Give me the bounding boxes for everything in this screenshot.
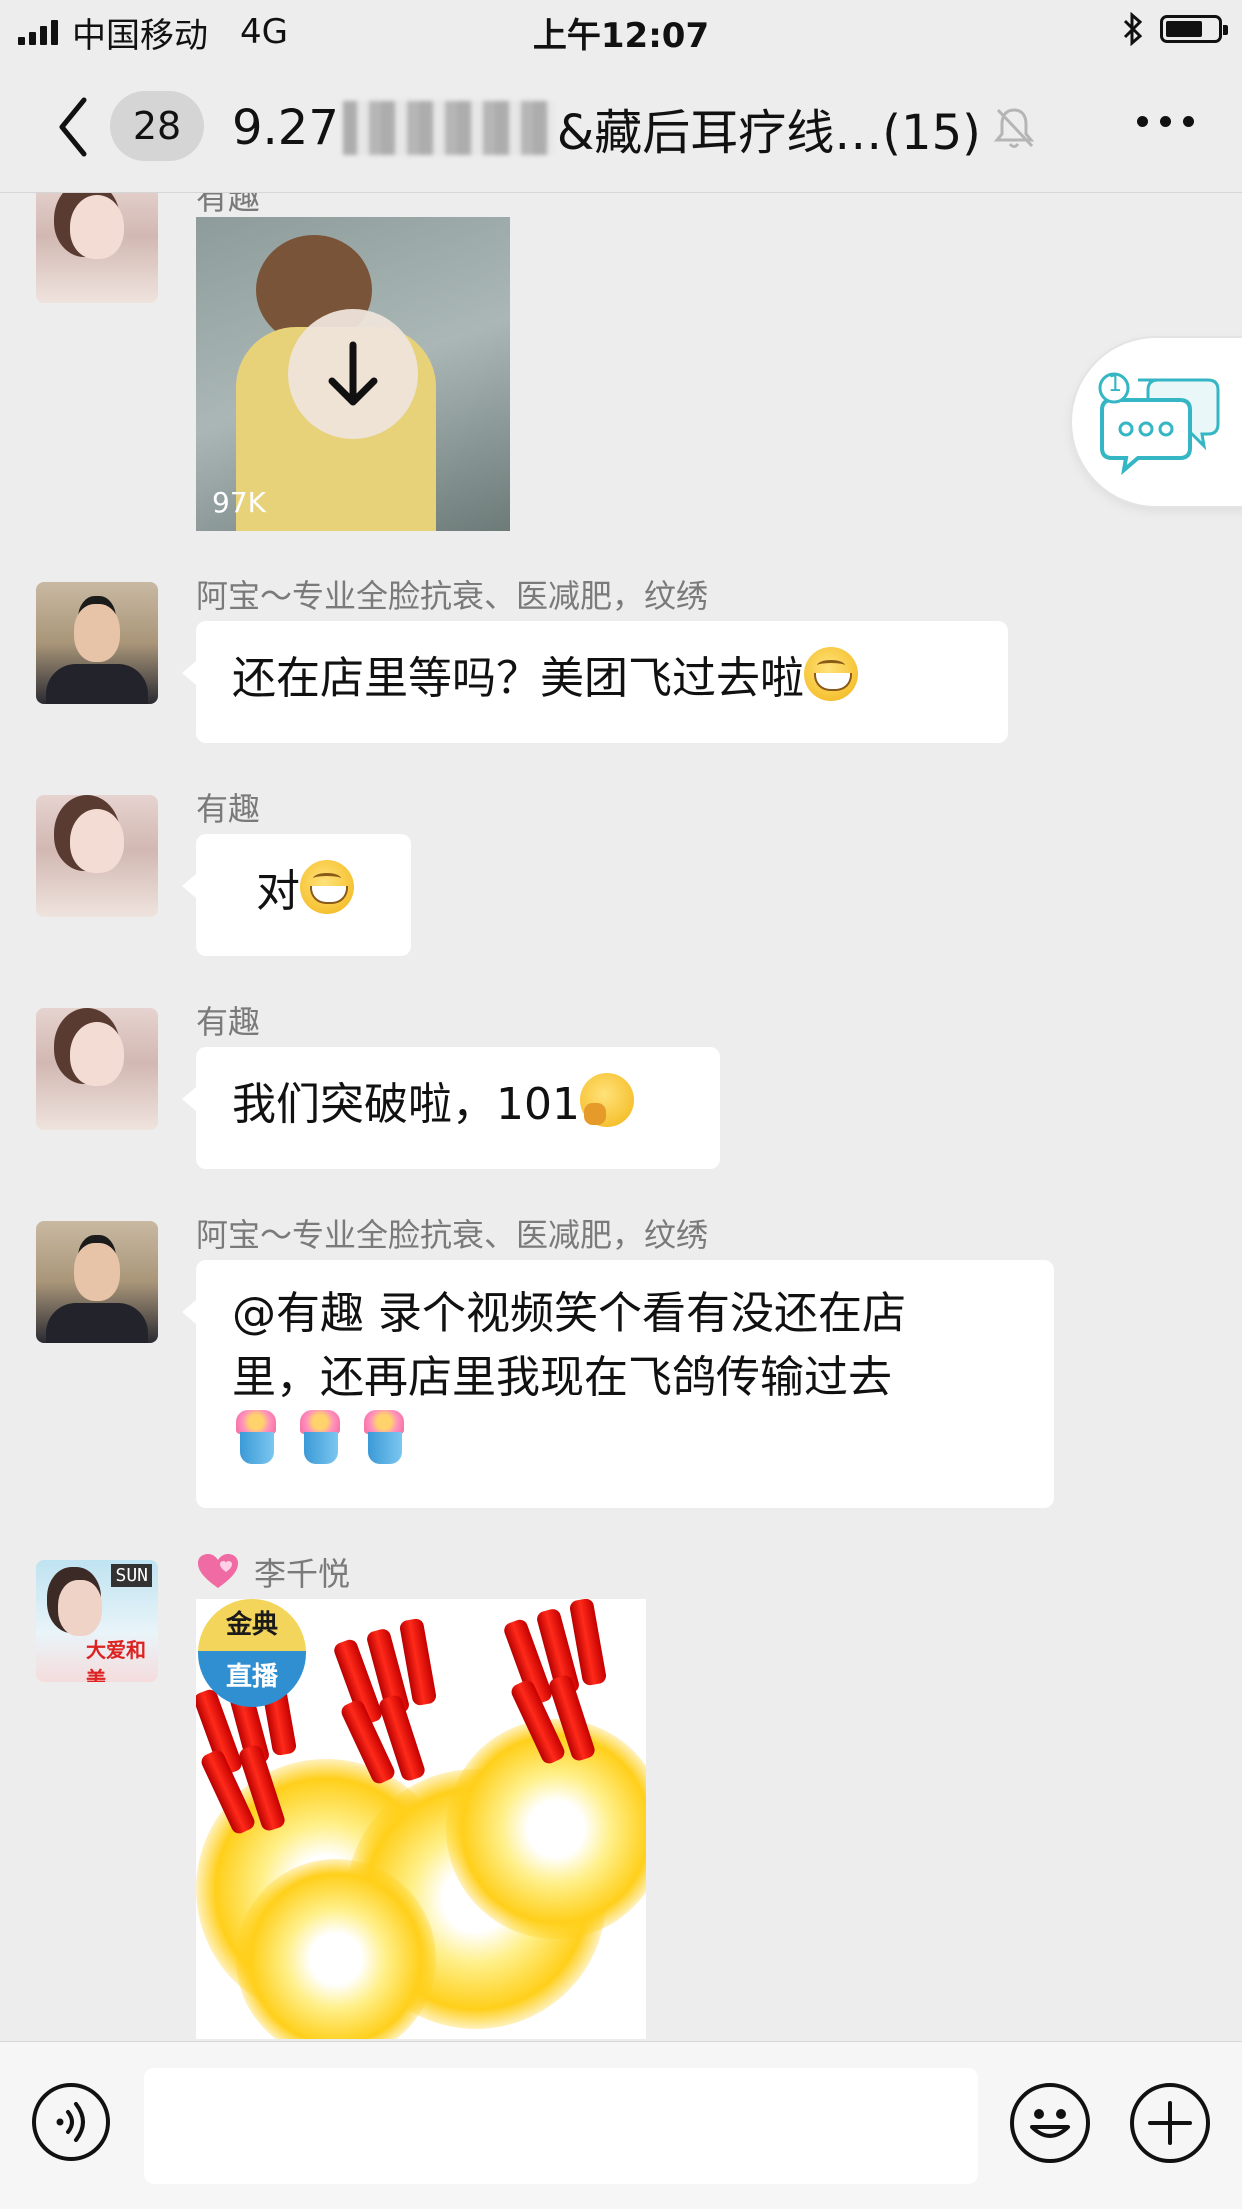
- heart-icon: [198, 1554, 238, 1588]
- message-bubble[interactable]: 还在店里等吗？美团飞过去啦: [182, 621, 1008, 743]
- emoji-button[interactable]: [1010, 2083, 1090, 2163]
- badge-bottom-text: 直播: [225, 1662, 278, 1692]
- message-bubble[interactable]: 我们突破啦，101: [182, 1047, 720, 1169]
- more-actions-button[interactable]: [1130, 2083, 1210, 2163]
- battery-icon: [1160, 15, 1228, 43]
- floating-badge-count: 1: [1108, 372, 1122, 397]
- cup-emoji-row: [232, 1410, 1016, 1474]
- plus-icon: [1148, 2101, 1192, 2145]
- status-bar: 中国移动 4G 上午12:07: [0, 0, 1242, 64]
- bluetooth-icon: [1123, 12, 1143, 46]
- voice-icon: [56, 2102, 85, 2142]
- sender-line: 李千悦: [196, 1549, 350, 1595]
- sender-name: 阿宝～专业全脸抗衰、医减肥，纹绣: [196, 577, 709, 615]
- avatar-liqianyue[interactable]: SUN 大爱和美: [36, 1560, 158, 1682]
- chat-title-suffix: &藏后耳疗线…(15): [556, 105, 981, 161]
- message-input[interactable]: [144, 2068, 978, 2184]
- avatar-abao[interactable]: [36, 1221, 158, 1343]
- firecracker: [502, 1599, 636, 1767]
- gif-message[interactable]: 97K: [196, 217, 510, 531]
- avatar-abao[interactable]: [36, 582, 158, 704]
- chat-header: 28 9.27 &藏后耳疗线…(15): [0, 64, 1242, 193]
- sender-name: 李千悦: [254, 1555, 351, 1593]
- message-text: 我们突破啦，101: [232, 1079, 580, 1130]
- message-text: 还在店里等吗？美团飞过去啦: [232, 653, 804, 704]
- status-time: 上午12:07: [532, 16, 710, 56]
- avatar-tag: SUN: [111, 1564, 152, 1587]
- badge-top-text: 金典: [225, 1610, 278, 1640]
- message-list[interactable]: 有趣 97K 阿宝～专业全脸抗衰、医减肥，纹绣 还在店里等吗？美团飞过去啦 有趣…: [0, 193, 1242, 2041]
- cup-emoji-icon: [296, 1410, 348, 1466]
- download-icon: [328, 341, 378, 406]
- avatar-youqu[interactable]: [36, 193, 158, 303]
- back-chevron-icon[interactable]: [52, 92, 96, 162]
- chat-title-prefix: 9.27: [232, 100, 339, 156]
- grin-emoji-icon: [804, 647, 858, 701]
- chat-title: 9.27 &藏后耳疗线…(15): [232, 94, 981, 162]
- unread-count-badge[interactable]: 28: [110, 91, 204, 161]
- floating-chat-button[interactable]: 1: [1072, 338, 1242, 506]
- sender-name: 有趣: [196, 1003, 261, 1041]
- avatar-youqu[interactable]: [36, 795, 158, 917]
- input-bar: [0, 2041, 1242, 2209]
- cup-emoji-icon: [232, 1410, 284, 1466]
- more-icon[interactable]: [1137, 116, 1194, 127]
- download-button[interactable]: [288, 309, 418, 439]
- status-right: [1122, 12, 1228, 46]
- file-size-label: 97K: [212, 486, 266, 519]
- message-bubble[interactable]: @有趣 录个视频笑个看有没还在店 里，还再店里我现在飞鸽传输过去: [182, 1260, 1054, 1508]
- gif-message[interactable]: 金典 直播: [196, 1599, 646, 2039]
- sender-name: 有趣: [196, 193, 261, 217]
- live-logo-badge: 金典 直播: [198, 1599, 306, 1707]
- sender-name: 阿宝～专业全脸抗衰、医减肥，纹绣: [196, 1216, 709, 1254]
- sender-name: 有趣: [196, 790, 261, 828]
- blurred-text: [342, 101, 553, 155]
- message-text: 对: [256, 866, 300, 917]
- message-text-line: 里，还再店里我现在飞鸽传输过去: [232, 1352, 892, 1403]
- emoji-icon: [1030, 2109, 1070, 2138]
- message-bubble[interactable]: 对: [182, 834, 411, 956]
- message-text-line: @有趣 录个视频笑个看有没还在店: [232, 1288, 906, 1339]
- grin-emoji-icon: [300, 860, 354, 914]
- avatar-caption: 大爱和美: [86, 1638, 146, 1682]
- firecracker: [332, 1617, 466, 1787]
- cup-emoji-icon: [360, 1410, 412, 1466]
- mute-bell-icon: [993, 108, 1035, 148]
- thinking-emoji-icon: [579, 1073, 634, 1127]
- voice-button[interactable]: [32, 2083, 110, 2161]
- avatar-youqu[interactable]: [36, 1008, 158, 1130]
